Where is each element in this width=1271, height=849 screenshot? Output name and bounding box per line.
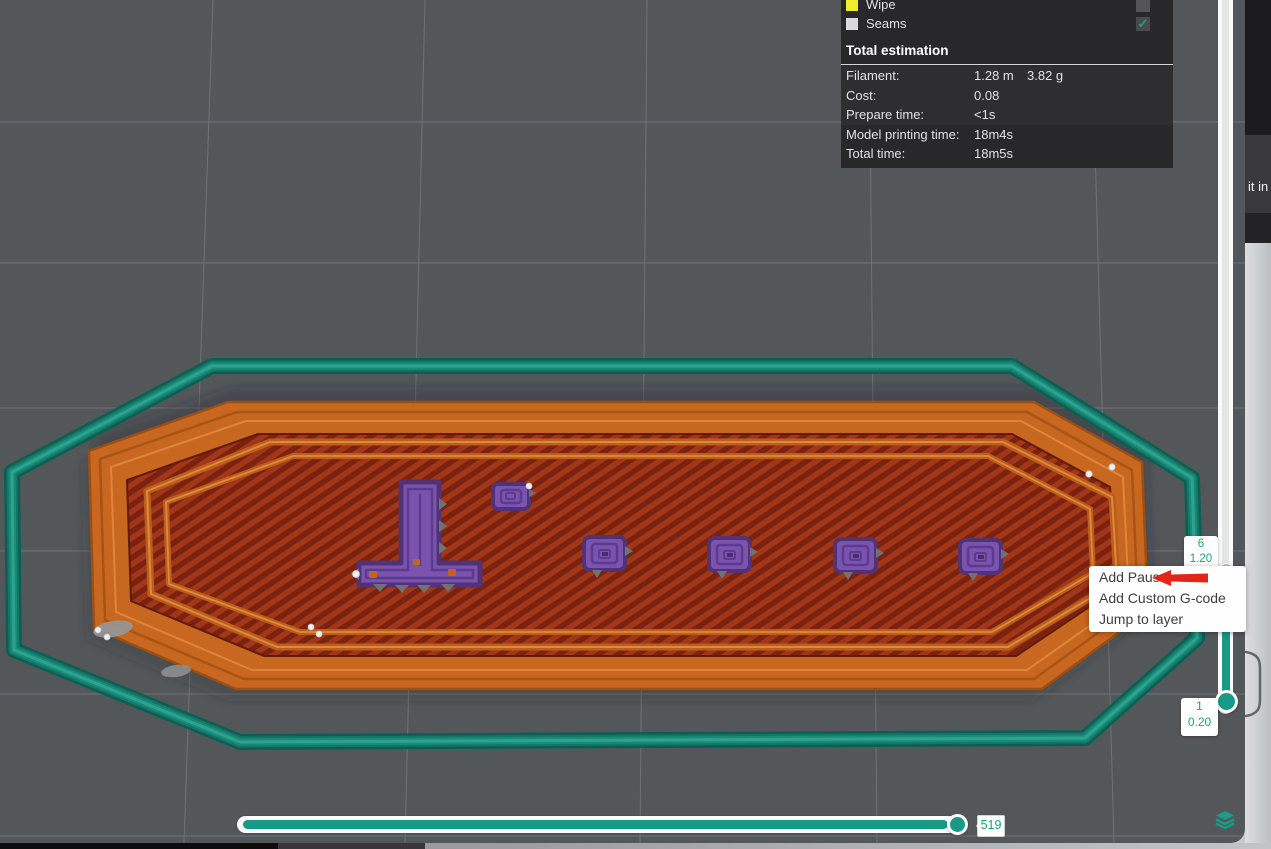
legend-row-wipe: Wipe xyxy=(841,0,1173,14)
estimation-row-model-time: Model printing time: 18m4s xyxy=(841,125,1173,145)
checkmark-icon: ✓ xyxy=(1138,17,1149,30)
object-square-small xyxy=(493,484,529,509)
legend-label: Wipe xyxy=(866,0,896,12)
layer-slider-bottom-thumb[interactable] xyxy=(1218,693,1235,710)
red-arrow-annotation-icon xyxy=(1150,569,1212,592)
object-square-3 xyxy=(835,539,876,572)
right-panel-fragment-mid: it in xyxy=(1245,135,1271,213)
estimation-title: Total estimation xyxy=(841,43,1173,61)
legend-estimation-panel: Wipe Seams ✓ Total estimation Filament: … xyxy=(841,0,1173,168)
bottom-edge-strip xyxy=(0,843,1271,849)
estimation-row-cost: Cost: 0.08 xyxy=(841,86,1173,106)
estimation-row-prepare-time: Prepare time: <1s xyxy=(841,105,1173,125)
layers-icon[interactable] xyxy=(1213,808,1237,832)
wipe-checkbox[interactable] xyxy=(1136,0,1150,12)
estimation-row-total-time: Total time: 18m5s xyxy=(841,144,1173,164)
slicer-preview-screen: it in Wipe Seams ✓ Total estimation xyxy=(0,0,1271,849)
right-panel-fragment-text: it in xyxy=(1248,179,1268,194)
estimation-row-filament: Filament: 1.28 m 3.82 g xyxy=(841,66,1173,86)
wipe-color-swatch xyxy=(846,0,858,11)
legend-row-seams: Seams ✓ xyxy=(841,14,1173,33)
right-panel-fragment-bottom xyxy=(1245,213,1271,243)
layer-slider-groove xyxy=(1222,0,1229,578)
layer-badge-bottom: 1 0.20 xyxy=(1181,698,1218,736)
move-slider-badge: 519 xyxy=(977,815,1005,837)
object-square-4 xyxy=(960,540,1001,573)
move-slider-fill xyxy=(243,820,948,829)
move-slider-thumb[interactable] xyxy=(950,817,965,832)
right-panel-fragment-top xyxy=(1245,0,1271,135)
legend-label: Seams xyxy=(866,16,906,31)
plate-handle-bracket xyxy=(1243,648,1265,725)
seams-checkbox[interactable]: ✓ xyxy=(1136,17,1150,31)
object-square-2 xyxy=(709,538,750,571)
menu-item-jump-to-layer[interactable]: Jump to layer xyxy=(1089,609,1246,630)
estimation-divider xyxy=(841,64,1173,65)
right-panel-fragment: it in xyxy=(1245,0,1271,243)
seams-color-swatch xyxy=(846,18,858,30)
object-square-1 xyxy=(584,537,625,570)
